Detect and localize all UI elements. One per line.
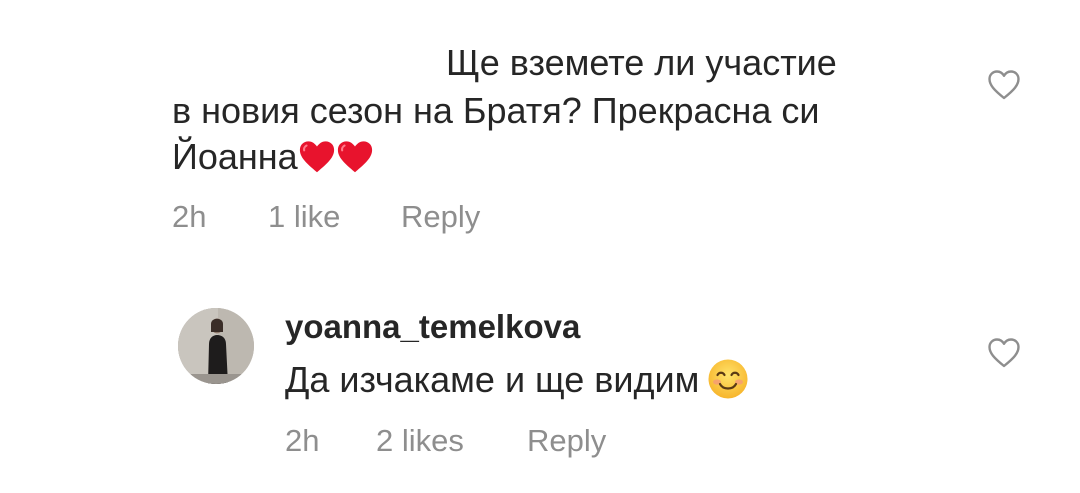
username-link[interactable]: yoanna_temelkova [285, 308, 580, 346]
reply-text-words: Да изчакаме и ще видим [285, 359, 700, 400]
avatar-photo [178, 308, 254, 384]
avatar[interactable] [178, 308, 254, 384]
comment-reply-button[interactable]: Reply [401, 199, 480, 235]
reply-likes-link[interactable]: 2 likes [376, 423, 464, 459]
smiling-face-emoji [708, 359, 748, 399]
comment-likes-link[interactable]: 1 like [268, 199, 340, 235]
heart-emoji [337, 141, 372, 173]
reply-reply-button[interactable]: Reply [527, 423, 606, 459]
comment-text-line-3: Йоанна [172, 134, 374, 180]
heart-outline-icon[interactable] [987, 337, 1021, 369]
reply-text: Да изчакаме и ще видим [285, 358, 749, 401]
comment-text-line-3-words: Йоанна [172, 136, 298, 177]
comment-time: 2h [172, 199, 207, 234]
heart-outline-icon[interactable] [987, 69, 1021, 101]
comment-text-line-1: Ще вземете ли участие [446, 42, 837, 83]
reply-time: 2h [285, 423, 320, 458]
heart-emoji [299, 141, 334, 173]
comment-text-line-2: в новия сезон на Братя? Прекрасна си [172, 90, 820, 131]
